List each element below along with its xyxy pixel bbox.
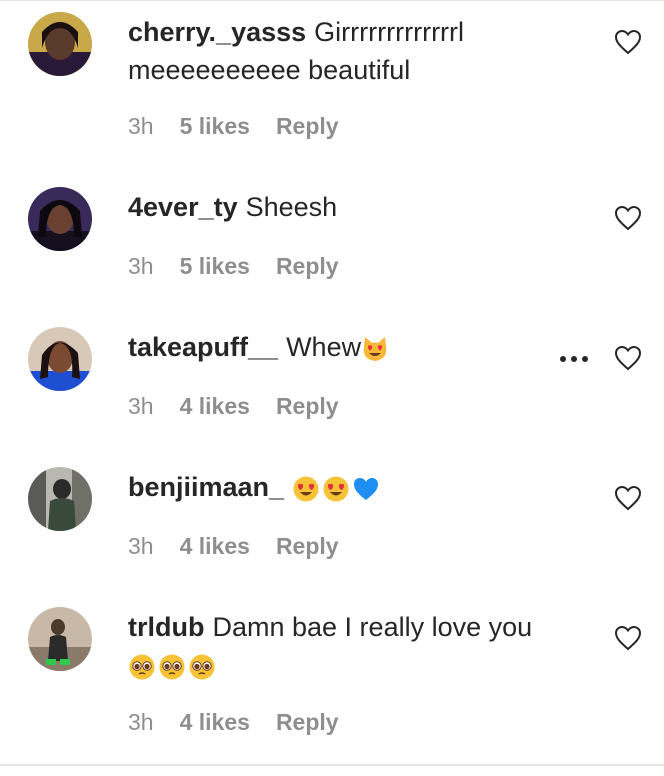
comment-time[interactable]: 3h: [128, 707, 154, 737]
comment-text: Damn bae I really love you: [212, 612, 533, 642]
heart-eyes-icon: [323, 476, 349, 502]
comment-likes[interactable]: 5 likes: [180, 251, 250, 281]
reply-button[interactable]: Reply: [276, 251, 339, 281]
comment-body: 4ever_ty Sheesh: [128, 188, 598, 226]
avatar[interactable]: [28, 467, 92, 531]
comment-username[interactable]: takeapuff__: [128, 332, 278, 362]
comment-meta: 3h 4 likes Reply: [128, 391, 339, 421]
comment-time[interactable]: 3h: [128, 391, 154, 421]
avatar[interactable]: [28, 187, 92, 251]
avatar[interactable]: [28, 327, 92, 391]
reply-button[interactable]: Reply: [276, 391, 339, 421]
blue-heart-icon: [354, 477, 379, 500]
avatar[interactable]: [28, 607, 92, 671]
comment-meta: 3h 4 likes Reply: [128, 707, 339, 737]
comment-body: cherry._yasss Girrrrrrrrrrrrrl meeeeeeeee…: [128, 13, 598, 89]
comment-likes[interactable]: 4 likes: [180, 531, 250, 561]
comment-meta: 3h 4 likes Reply: [128, 531, 339, 561]
pleading-face-icon: [189, 654, 215, 680]
comment-username[interactable]: benjiimaan_: [128, 472, 284, 502]
heart-outline-icon[interactable]: [614, 345, 642, 371]
heart-outline-icon[interactable]: [614, 625, 642, 651]
comment-likes[interactable]: 5 likes: [180, 111, 250, 141]
heart-outline-icon[interactable]: [614, 29, 642, 55]
comment-meta: 3h 5 likes Reply: [128, 251, 339, 281]
comment-body: trldub Damn bae I really love you: [128, 608, 598, 684]
emoji-group: [292, 475, 380, 503]
reply-button[interactable]: Reply: [276, 531, 339, 561]
comment-username[interactable]: cherry._yasss: [128, 17, 306, 47]
pleading-face-icon: [159, 654, 185, 680]
heart-eyes-cat-icon: [363, 336, 387, 361]
comment-time[interactable]: 3h: [128, 251, 154, 281]
more-options-icon[interactable]: [560, 354, 592, 364]
comment-username[interactable]: trldub: [128, 612, 204, 642]
comment-likes[interactable]: 4 likes: [180, 707, 250, 737]
heart-outline-icon[interactable]: [614, 205, 642, 231]
comment-meta: 3h 5 likes Reply: [128, 111, 339, 141]
comment-time[interactable]: 3h: [128, 531, 154, 561]
comment-text: Whew: [286, 332, 362, 362]
emoji-group: [361, 335, 389, 363]
comment-body: takeapuff__ Whew: [128, 328, 598, 366]
heart-outline-icon[interactable]: [614, 485, 642, 511]
top-divider: [0, 0, 664, 1]
heart-eyes-icon: [293, 476, 319, 502]
emoji-group: [128, 653, 216, 681]
bottom-divider: [0, 764, 664, 766]
comment-text: Sheesh: [245, 192, 338, 222]
comment-body: benjiimaan_: [128, 468, 598, 506]
comment-username[interactable]: 4ever_ty: [128, 192, 238, 222]
comment-likes[interactable]: 4 likes: [180, 391, 250, 421]
comment-time[interactable]: 3h: [128, 111, 154, 141]
reply-button[interactable]: Reply: [276, 111, 339, 141]
avatar[interactable]: [28, 12, 92, 76]
pleading-face-icon: [129, 654, 155, 680]
reply-button[interactable]: Reply: [276, 707, 339, 737]
